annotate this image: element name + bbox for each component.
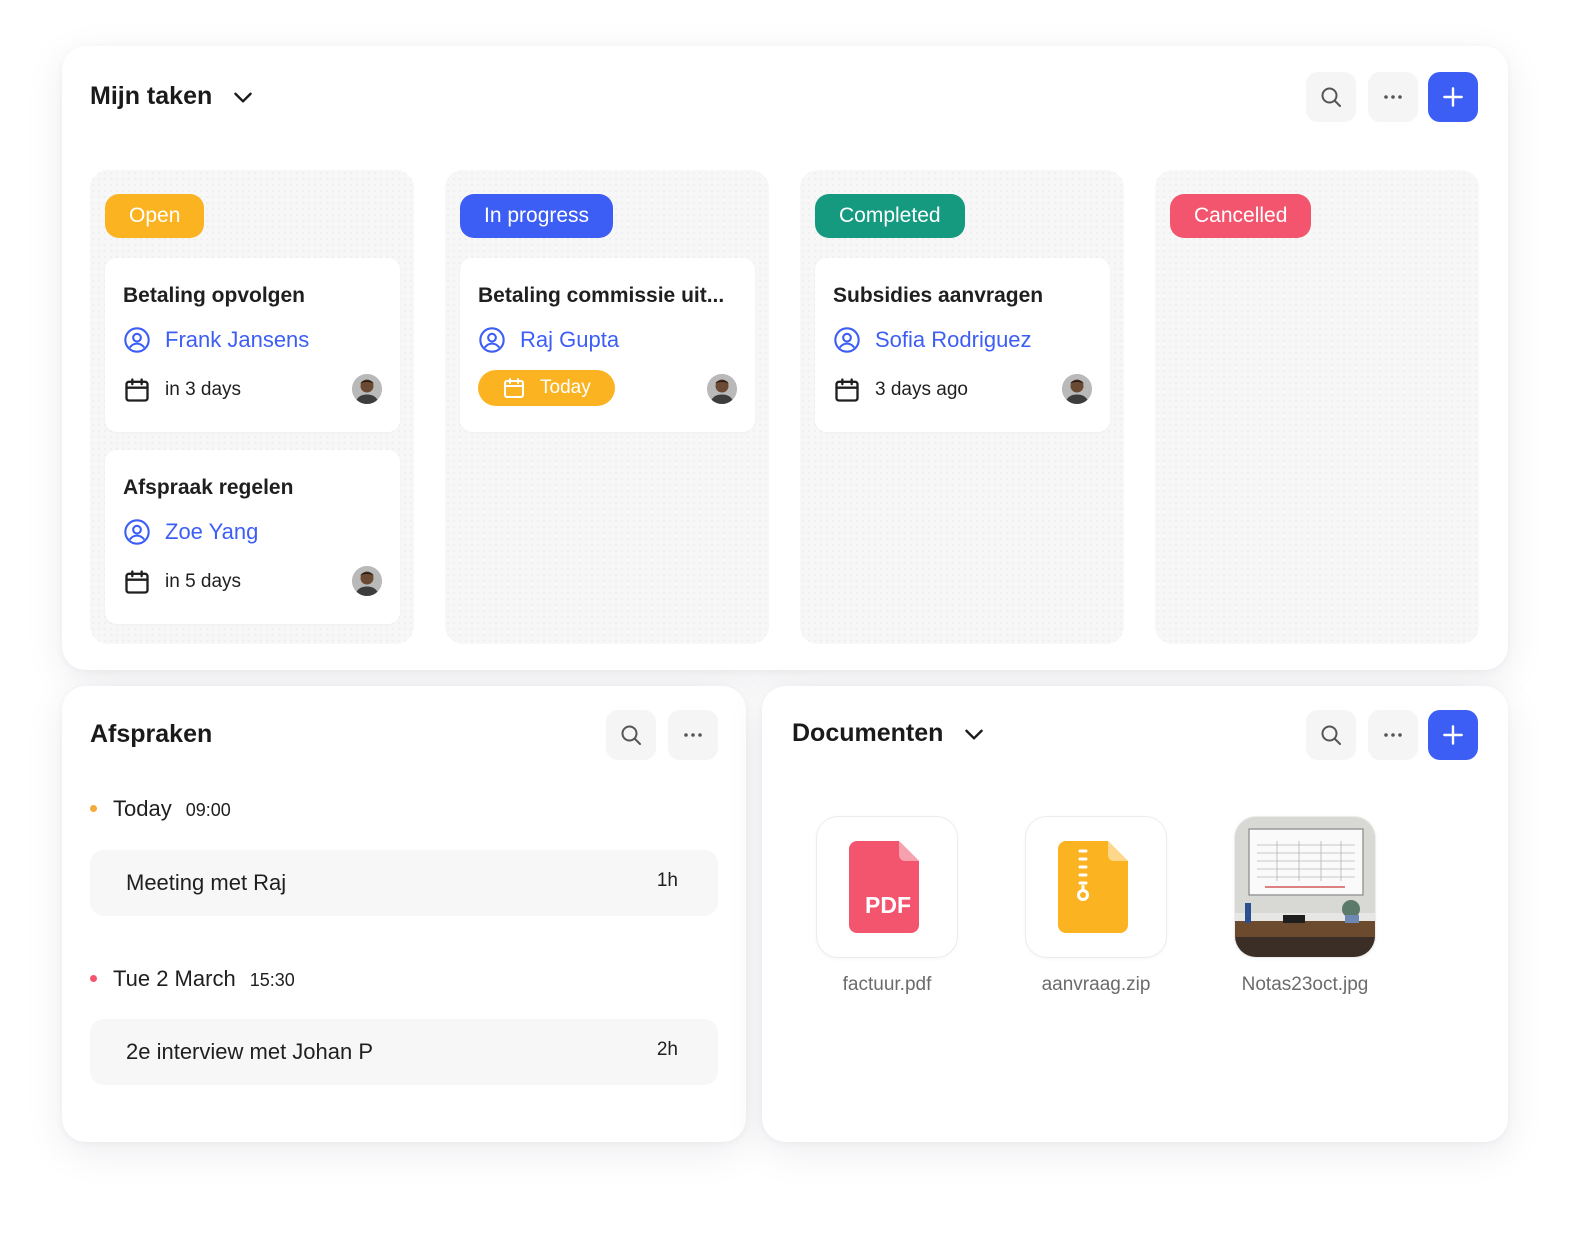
file-name[interactable]: factuur.pdf: [792, 974, 982, 996]
column-in-progress: In progress Betaling commissie uit... Ra…: [445, 170, 769, 644]
more-icon: [1384, 733, 1402, 737]
plus-icon: [1443, 87, 1463, 107]
status-dot: [90, 975, 97, 982]
status-badge-open[interactable]: Open: [105, 194, 205, 238]
documents-add-button[interactable]: [1428, 710, 1478, 760]
appointment-group-header: Tue 2 March 15:30: [90, 966, 295, 992]
appointment-group-header: Today 09:00: [90, 796, 231, 822]
calendar-icon: [125, 570, 149, 594]
zip-file-icon: [1058, 841, 1128, 933]
appointment-duration: 2h: [656, 1039, 678, 1060]
more-icon: [684, 733, 702, 737]
assignee-name: Zoe Yang: [165, 519, 259, 544]
appointment-day: Tue 2 March: [113, 966, 236, 991]
task-assignee[interactable]: Zoe Yang: [123, 518, 258, 546]
appointment-item[interactable]: 2e interview met Johan P 2h: [90, 1019, 718, 1085]
task-card[interactable]: Subsidies aanvragen Sofia Rodriguez 3 da…: [815, 258, 1110, 432]
documents-panel: Documenten PDF factuur.pdf aanvraag.zip: [762, 686, 1508, 1142]
appointment-title: 2e interview met Johan P: [126, 1039, 374, 1064]
chevron-down-icon[interactable]: [961, 721, 987, 747]
tasks-title: Mijn taken: [90, 82, 213, 110]
more-icon: [1384, 95, 1402, 99]
user-circle-icon: [124, 327, 150, 353]
search-icon: [1321, 87, 1341, 107]
appointment-duration: 1h: [656, 870, 678, 891]
assignee-name: Frank Jansens: [165, 327, 310, 352]
appointments-more-button[interactable]: [668, 710, 718, 760]
appointment-time: 09:00: [185, 800, 231, 820]
appointment-time: 15:30: [249, 970, 295, 990]
due-text: 3 days ago: [875, 379, 968, 400]
file-name[interactable]: aanvraag.zip: [1001, 974, 1191, 996]
file-tile-pdf[interactable]: PDF: [816, 816, 958, 958]
task-due-date: in 3 days: [123, 372, 241, 408]
calendar-icon: [125, 378, 149, 402]
user-circle-icon: [834, 327, 860, 353]
appointments-title: Afspraken: [90, 720, 213, 748]
tasks-add-button[interactable]: [1428, 72, 1478, 122]
task-card[interactable]: Betaling commissie uit... Raj Gupta Toda…: [460, 258, 755, 432]
user-circle-icon: [479, 327, 505, 353]
status-dot: [90, 805, 97, 812]
image-thumbnail: [1235, 817, 1375, 957]
task-card[interactable]: Afspraak regelen Zoe Yang in 5 days: [105, 450, 400, 624]
appointments-search-button[interactable]: [606, 710, 656, 760]
task-assignee[interactable]: Sofia Rodriguez: [833, 326, 1032, 354]
task-due-date: 3 days ago: [833, 372, 968, 408]
user-circle-icon: [124, 519, 150, 545]
tasks-search-button[interactable]: [1306, 72, 1356, 122]
file-name[interactable]: Notas23oct.jpg: [1210, 974, 1400, 996]
tasks-title-row[interactable]: Mijn taken: [90, 82, 256, 111]
avatar[interactable]: [352, 374, 382, 404]
file-tile-image[interactable]: [1234, 816, 1376, 958]
avatar[interactable]: [1062, 374, 1092, 404]
search-icon: [621, 725, 641, 745]
appointment-item[interactable]: Meeting met Raj 1h: [90, 850, 718, 916]
documents-search-button[interactable]: [1306, 710, 1356, 760]
due-today-pill: Today: [478, 370, 615, 406]
task-title: Betaling commissie uit...: [478, 284, 725, 307]
task-due-date: in 5 days: [123, 564, 241, 600]
plus-icon: [1443, 725, 1463, 745]
assignee-name: Sofia Rodriguez: [875, 327, 1032, 352]
appointment-day: Today: [113, 796, 172, 821]
status-badge-completed[interactable]: Completed: [815, 194, 965, 238]
tasks-more-button[interactable]: [1368, 72, 1418, 122]
pdf-file-icon: PDF: [849, 841, 919, 933]
task-assignee[interactable]: Frank Jansens: [123, 326, 309, 354]
appointment-title: Meeting met Raj: [126, 870, 287, 895]
documents-title-row[interactable]: Documenten: [792, 719, 987, 748]
chevron-down-icon[interactable]: [230, 84, 256, 110]
task-title: Afspraak regelen: [123, 476, 294, 499]
status-badge-cancelled[interactable]: Cancelled: [1170, 194, 1312, 238]
calendar-icon: [835, 378, 859, 402]
documents-more-button[interactable]: [1368, 710, 1418, 760]
task-assignee[interactable]: Raj Gupta: [478, 326, 619, 354]
search-icon: [1321, 725, 1341, 745]
calendar-icon: [504, 378, 524, 398]
status-badge-in-progress[interactable]: In progress: [460, 194, 614, 238]
column-open: Open Betaling opvolgen Frank Jansens in …: [90, 170, 414, 644]
pdf-label: PDF: [865, 892, 911, 918]
file-tile-zip[interactable]: [1025, 816, 1167, 958]
assignee-name: Raj Gupta: [520, 327, 620, 352]
documents-title: Documenten: [792, 719, 944, 747]
due-text: Today: [540, 377, 591, 398]
avatar[interactable]: [352, 566, 382, 596]
due-text: in 3 days: [165, 379, 242, 400]
task-title: Subsidies aanvragen: [833, 284, 1044, 307]
task-card[interactable]: Betaling opvolgen Frank Jansens in 3 day…: [105, 258, 400, 432]
appointments-panel: Afspraken Today 09:00 Meeting met Raj 1h…: [62, 686, 746, 1142]
task-title: Betaling opvolgen: [123, 284, 306, 307]
tasks-panel: Mijn taken Open Betaling opvolgen Frank …: [62, 46, 1508, 670]
due-text: in 5 days: [165, 571, 242, 592]
column-cancelled: Cancelled: [1155, 170, 1479, 644]
column-completed: Completed Subsidies aanvragen Sofia Rodr…: [800, 170, 1124, 644]
avatar[interactable]: [707, 374, 737, 404]
